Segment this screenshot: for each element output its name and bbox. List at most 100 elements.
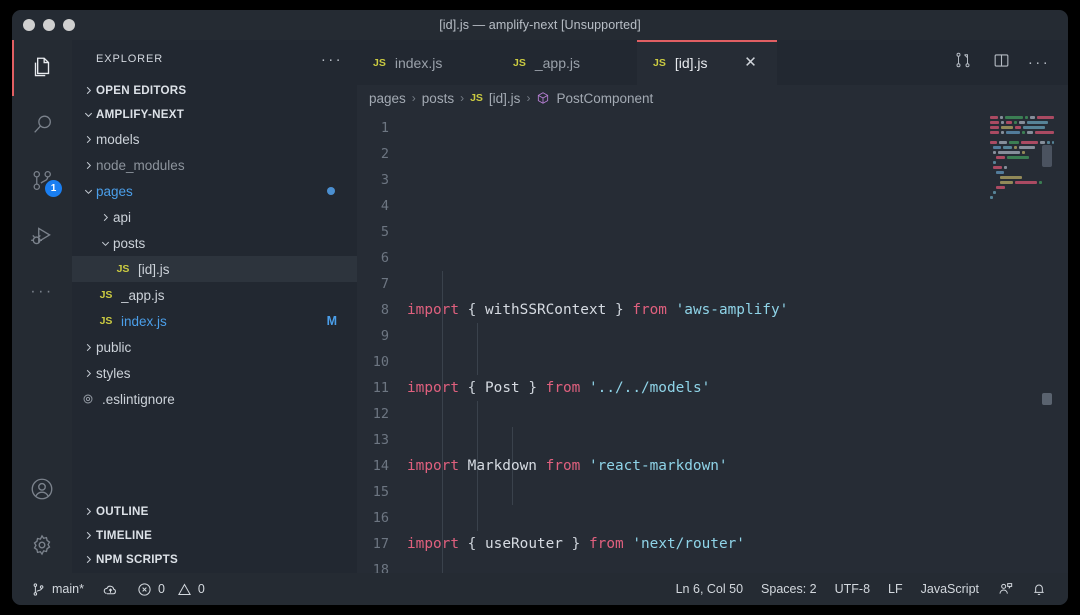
tree-folder[interactable]: public bbox=[72, 334, 357, 360]
tree-folder[interactable]: node_modules bbox=[72, 152, 357, 178]
section-amplify-next[interactable]: AMPLIFY-NEXT bbox=[72, 102, 357, 126]
line-number: 2 bbox=[380, 146, 389, 162]
status-cursor-position[interactable]: Ln 6, Col 50 bbox=[667, 582, 752, 596]
tree-item-label: public bbox=[96, 339, 132, 355]
line-number: 3 bbox=[380, 172, 389, 188]
breadcrumb-separator: › bbox=[411, 91, 416, 105]
split-editor-button[interactable] bbox=[984, 40, 1018, 85]
section-label: NPM SCRIPTS bbox=[96, 552, 178, 566]
minimap-token bbox=[996, 156, 1006, 159]
minimap-token bbox=[993, 161, 997, 164]
source-control-icon bbox=[31, 582, 46, 597]
status-indentation[interactable]: Spaces: 2 bbox=[752, 582, 826, 596]
editor-scrollbar-thumb[interactable] bbox=[1042, 393, 1052, 405]
activity-item-run-and-debug[interactable] bbox=[12, 208, 72, 264]
activity-item-explorer[interactable] bbox=[12, 40, 72, 96]
line-number: 13 bbox=[372, 432, 389, 448]
chevron-down-icon bbox=[80, 186, 96, 197]
breadcrumb-item[interactable]: posts bbox=[422, 91, 454, 106]
activity-item-accounts[interactable] bbox=[12, 461, 72, 517]
breadcrumb-item[interactable]: PostComponent bbox=[536, 91, 653, 106]
minimap-token bbox=[990, 131, 999, 134]
compare-changes-button[interactable] bbox=[946, 40, 980, 85]
tree-folder[interactable]: posts bbox=[72, 230, 357, 256]
minimap-token bbox=[1021, 141, 1039, 144]
tree-folder[interactable]: pages bbox=[72, 178, 357, 204]
tree-file[interactable]: .eslintignore bbox=[72, 386, 357, 412]
minimap-token bbox=[999, 116, 1003, 119]
minimap-token bbox=[1034, 131, 1054, 134]
activity-item-source-control[interactable]: 1 bbox=[12, 152, 72, 208]
section-npm-scripts[interactable]: NPM SCRIPTS bbox=[72, 547, 357, 571]
tree-file[interactable]: JS index.js M bbox=[72, 308, 357, 334]
code-editor[interactable]: 1 2 3 4 5 6 7 8 9 10 11 12 13 14 15 16 17 18 import { wit… bbox=[357, 111, 1068, 573]
status-eol[interactable]: LF bbox=[879, 582, 912, 596]
source-control-icon bbox=[954, 51, 972, 74]
close-tab-button[interactable]: ✕ bbox=[743, 55, 759, 70]
minimap-token bbox=[1002, 146, 1012, 149]
editor-tab[interactable]: JS [id].js ✕ bbox=[637, 40, 777, 85]
status-problems[interactable]: 0 0 bbox=[128, 582, 214, 597]
minimap-token bbox=[999, 176, 1022, 179]
minimap-token bbox=[993, 166, 1003, 169]
code-content[interactable]: import { withSSRContext } from 'aws-ampl… bbox=[399, 111, 1068, 573]
minimap-token bbox=[1022, 151, 1026, 154]
minimap-token bbox=[1001, 131, 1004, 134]
minimap-token bbox=[990, 126, 999, 129]
editor-tab[interactable]: JS _app.js bbox=[497, 40, 637, 85]
tree-file[interactable]: JS [id].js bbox=[72, 256, 357, 282]
minimap-slider[interactable] bbox=[1042, 145, 1052, 167]
breadcrumb-item[interactable]: JS [id].js bbox=[470, 91, 520, 106]
source-control-badge: 1 bbox=[45, 180, 62, 197]
status-language-mode[interactable]: JavaScript bbox=[912, 582, 988, 596]
folder-change-indicator bbox=[327, 187, 335, 195]
minimap-token bbox=[990, 196, 993, 199]
section-open-editors[interactable]: OPEN EDITORS bbox=[72, 78, 357, 102]
breadcrumb-label: posts bbox=[421, 90, 455, 106]
breadcrumb-label: pages bbox=[369, 90, 406, 106]
explorer-title: EXPLORER bbox=[96, 53, 164, 65]
tree-file[interactable]: JS _app.js bbox=[72, 282, 357, 308]
explorer-more-actions[interactable]: ··· bbox=[321, 52, 343, 67]
status-encoding[interactable]: UTF-8 bbox=[826, 582, 879, 596]
activity-item-settings[interactable] bbox=[12, 517, 72, 573]
maximize-window-button[interactable] bbox=[63, 19, 75, 31]
tree-folder[interactable]: models bbox=[72, 126, 357, 152]
breadcrumb-item[interactable]: pages bbox=[369, 91, 406, 106]
minimap[interactable] bbox=[988, 115, 1054, 573]
status-branch[interactable]: main* bbox=[22, 582, 93, 597]
tree-folder[interactable]: api bbox=[72, 204, 357, 230]
minimap-token bbox=[1040, 141, 1046, 144]
chevron-right-icon bbox=[80, 342, 96, 353]
tree-item-label: node_modules bbox=[96, 157, 185, 173]
tree-item-label: posts bbox=[113, 235, 146, 251]
status-sync[interactable] bbox=[93, 581, 128, 598]
minimap-token bbox=[1015, 181, 1038, 184]
activity-item-search[interactable] bbox=[12, 96, 72, 152]
activity-item-more-views[interactable]: ··· bbox=[12, 264, 72, 320]
section-label: OPEN EDITORS bbox=[96, 83, 187, 97]
minimap-token bbox=[1006, 121, 1012, 124]
tab-label: [id].js bbox=[674, 54, 708, 71]
editor-tab[interactable]: JS index.js bbox=[357, 40, 497, 85]
branch-label: main* bbox=[52, 582, 84, 596]
section-timeline[interactable]: TIMELINE bbox=[72, 523, 357, 547]
line-number: 7 bbox=[380, 276, 389, 292]
minimap-token bbox=[998, 151, 1021, 154]
close-window-button[interactable] bbox=[23, 19, 35, 31]
section-outline[interactable]: OUTLINE bbox=[72, 499, 357, 523]
minimize-window-button[interactable] bbox=[43, 19, 55, 31]
status-feedback[interactable] bbox=[988, 581, 1022, 597]
minimap-token bbox=[999, 181, 1014, 184]
tree-item-label: index.js bbox=[121, 313, 167, 329]
minimap-token bbox=[996, 171, 1004, 174]
more-editor-actions-button[interactable]: ··· bbox=[1022, 40, 1056, 85]
minimap-line bbox=[988, 200, 1054, 205]
tree-folder[interactable]: styles bbox=[72, 360, 357, 386]
line-number: 12 bbox=[372, 406, 389, 422]
title-bar: [id].js — amplify-next [Unsupported] bbox=[12, 10, 1068, 40]
status-notifications[interactable] bbox=[1022, 581, 1056, 597]
tree-item-label: styles bbox=[96, 365, 131, 381]
explorer-sidebar: EXPLORER ··· OPEN EDITORS AMPLIFY-NEXT m… bbox=[72, 40, 357, 573]
status-bar: main* 0 0 Ln 6, Col 50 Spaces: 2 UTF-8 L… bbox=[12, 573, 1068, 605]
